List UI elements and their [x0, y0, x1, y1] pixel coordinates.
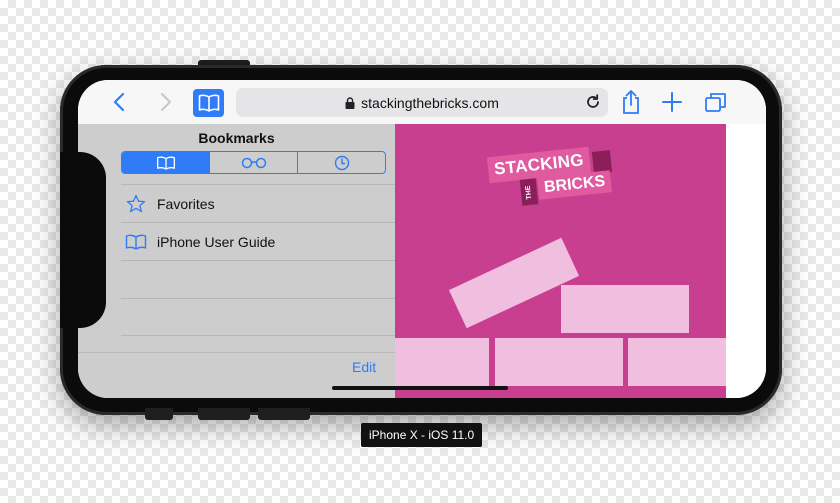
brick-bottom-left — [395, 338, 489, 386]
brick-bottom-center — [495, 338, 623, 386]
list-item-empty — [121, 260, 395, 298]
tab-history[interactable] — [297, 152, 385, 173]
new-tab-button[interactable] — [660, 90, 684, 114]
book-icon — [198, 94, 219, 112]
list-item-favorites[interactable]: Favorites — [121, 184, 395, 222]
book-icon — [156, 156, 175, 170]
home-indicator[interactable] — [332, 386, 508, 390]
tabs-button[interactable] — [703, 90, 729, 114]
lock-icon — [345, 96, 355, 109]
brick-bottom-right — [628, 338, 726, 386]
share-icon — [623, 90, 639, 114]
list-item-empty — [121, 298, 395, 336]
forward-button[interactable] — [155, 90, 177, 114]
share-button[interactable] — [620, 89, 642, 115]
reading-list-icon — [241, 157, 266, 168]
url-text: stackingthebricks.com — [361, 94, 499, 111]
brick-middle — [561, 285, 689, 333]
tabs-overview-icon — [705, 93, 726, 112]
back-button[interactable] — [108, 90, 130, 114]
web-content[interactable]: STACKING THE BRICKS — [395, 124, 726, 398]
list-item-label: Favorites — [157, 195, 215, 212]
device-screen: stackingthebricks.com Bookmarks Favorite… — [78, 80, 766, 398]
footer-divider — [78, 352, 395, 353]
brick-tilted — [448, 237, 580, 329]
book-icon — [125, 232, 147, 252]
chevron-right-icon — [160, 92, 172, 112]
bookmarks-segmented-control — [121, 151, 386, 174]
safari-toolbar: stackingthebricks.com — [78, 80, 766, 124]
logo-the-text: THE — [524, 184, 534, 200]
tab-reading-list[interactable] — [209, 152, 297, 173]
edit-button[interactable]: Edit — [352, 359, 376, 375]
bookmarks-sidebar: Bookmarks Favorites iPhone User Guide Ed… — [78, 124, 395, 398]
volume-down-button — [258, 408, 310, 420]
mute-switch — [145, 408, 173, 420]
star-icon — [125, 194, 147, 214]
reload-button[interactable] — [584, 93, 602, 111]
list-item-label: iPhone User Guide — [157, 233, 276, 250]
history-clock-icon — [334, 155, 349, 170]
tab-bookmarks[interactable] — [122, 152, 209, 173]
volume-up-button — [198, 408, 250, 420]
reload-icon — [587, 94, 599, 108]
bookmarks-list: Favorites iPhone User Guide — [121, 184, 395, 336]
plus-icon — [662, 92, 682, 112]
bookmarks-button[interactable] — [193, 89, 224, 117]
list-item-iphone-user-guide[interactable]: iPhone User Guide — [121, 222, 395, 260]
logo-the: THE — [519, 178, 539, 206]
address-bar[interactable]: stackingthebricks.com — [236, 88, 608, 117]
panel-title: Bookmarks — [198, 130, 275, 146]
sensor-notch — [60, 152, 106, 328]
web-right-margin — [726, 124, 766, 398]
device-caption: iPhone X - iOS 11.0 — [361, 423, 483, 447]
chevron-left-icon — [113, 92, 125, 112]
